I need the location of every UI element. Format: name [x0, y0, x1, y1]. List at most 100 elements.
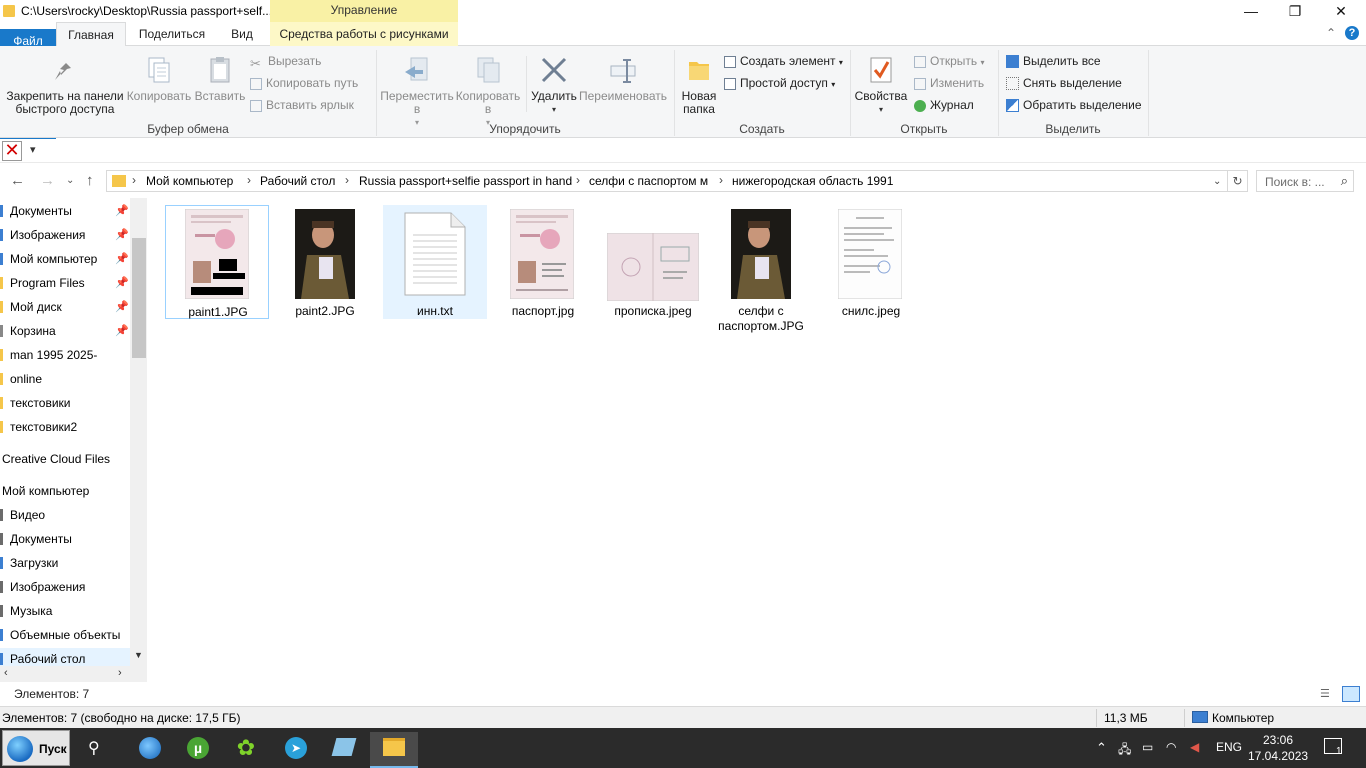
new-item-button[interactable]: Создать элемент ▾: [724, 52, 843, 70]
file-explorer-icon: [383, 738, 405, 756]
help-icon[interactable]: ?: [1345, 26, 1359, 40]
customize-toolbar-dropdown[interactable]: ▾: [30, 143, 36, 156]
details-view-icon[interactable]: ☰: [1320, 687, 1336, 701]
search-icon: ⌕: [1340, 173, 1348, 188]
pin-quick-access-button[interactable]: Закрепить на панели быстрого доступа: [4, 54, 126, 116]
delete-quick-icon[interactable]: ✕: [2, 141, 22, 161]
crumb-separator-icon[interactable]: ›: [576, 173, 580, 187]
passport-thumbnail: [510, 209, 574, 299]
ribbon: Закрепить на панели быстрого доступа Коп…: [0, 46, 1366, 138]
invert-selection-button[interactable]: Обратить выделение: [1006, 96, 1142, 114]
file-item[interactable]: снилс.jpeg: [819, 205, 923, 319]
tab-picture-tools[interactable]: Средства работы с рисунками: [270, 22, 458, 46]
ribbon-collapse-icon[interactable]: ⌃: [1326, 26, 1336, 40]
wifi-icon[interactable]: ◠: [1166, 740, 1176, 754]
breadcrumb-desktop[interactable]: Рабочий стол: [260, 174, 335, 188]
new-folder-button[interactable]: Новая папка: [678, 54, 720, 116]
taskbar-file-explorer[interactable]: [370, 732, 418, 768]
copy-button[interactable]: Копировать: [124, 54, 194, 103]
move-to-icon: [401, 54, 433, 86]
file-item[interactable]: селфи с паспортом.JPG: [709, 205, 813, 333]
copy-path-button[interactable]: Копировать путь: [250, 74, 358, 92]
file-name: инн.txt: [417, 304, 453, 318]
paste-button[interactable]: Вставить: [192, 54, 248, 103]
volume-muted-icon[interactable]: ◀: [1190, 740, 1199, 754]
tab-share[interactable]: Поделиться: [128, 22, 216, 46]
taskbar: Пуск ⚲ µ ✿ ➤ ⌃ 🖧 ▭ ◠ ◀ ENG 23:06 17.04.2…: [0, 728, 1366, 768]
tab-home[interactable]: Главная: [56, 22, 126, 47]
forward-arrow-icon[interactable]: →: [40, 172, 55, 189]
clock[interactable]: 23:06 17.04.2023: [1248, 732, 1308, 764]
cut-button[interactable]: ✂ Вырезать: [250, 52, 321, 71]
group-label-open: Открыть: [900, 122, 948, 136]
folder-icon: [3, 5, 15, 17]
taskbar-utorrent[interactable]: µ: [174, 732, 222, 768]
battery-icon[interactable]: ▭: [1142, 740, 1153, 754]
edit-button[interactable]: Изменить: [914, 74, 984, 92]
delete-button[interactable]: Удалить ▾: [530, 54, 578, 116]
icq-flower-icon: ✿: [236, 735, 256, 760]
search-icon[interactable]: ⚲: [88, 738, 100, 758]
search-box[interactable]: Поиск в: ... ⌕: [1256, 170, 1354, 192]
selfie-thumbnail: [295, 209, 355, 299]
language-indicator[interactable]: ENG: [1216, 740, 1242, 754]
nav-horizontal-scrollbar[interactable]: ‹ ›: [0, 666, 147, 682]
back-arrow-icon[interactable]: ←: [10, 172, 25, 189]
status-divider: [1096, 709, 1097, 727]
start-button[interactable]: Пуск: [2, 730, 70, 766]
file-item[interactable]: паспорт.jpg: [491, 205, 595, 319]
address-dropdown-icon[interactable]: ⌄: [1213, 176, 1221, 187]
select-all-button[interactable]: Выделить все: [1006, 52, 1101, 70]
scroll-down-icon[interactable]: ▼: [134, 650, 143, 660]
copy-to-button[interactable]: Копировать в ▾: [454, 54, 522, 129]
crumb-separator-icon[interactable]: ›: [345, 173, 349, 187]
tab-view[interactable]: Вид: [218, 22, 266, 46]
address-bar[interactable]: › Мой компьютер › Рабочий стол › Russia …: [106, 170, 1228, 192]
windows-orb-icon: [7, 736, 33, 762]
move-to-button[interactable]: Переместить в ▾: [380, 54, 454, 129]
file-item[interactable]: paint2.JPG: [273, 205, 377, 319]
maximize-button[interactable]: ❐: [1272, 0, 1318, 22]
close-button[interactable]: ✕: [1318, 0, 1364, 22]
file-item[interactable]: paint1.JPG: [165, 205, 269, 319]
group-label-create: Создать: [739, 122, 785, 136]
search-placeholder: Поиск в: ...: [1265, 175, 1325, 189]
refresh-icon[interactable]: ↻: [1228, 170, 1248, 192]
pin-icon: 📌: [115, 253, 129, 265]
crumb-separator-icon[interactable]: ›: [247, 173, 251, 187]
recent-dropdown-icon[interactable]: ⌄: [66, 175, 74, 186]
breadcrumb-my-computer[interactable]: Мой компьютер: [146, 174, 233, 188]
history-button[interactable]: Журнал: [914, 96, 974, 114]
crumb-separator-icon[interactable]: ›: [719, 173, 723, 187]
taskbar-notes[interactable]: [320, 732, 368, 768]
easy-access-button[interactable]: Простой доступ ▾: [724, 74, 835, 92]
breadcrumb-current-folder[interactable]: нижегородская область 1991: [732, 174, 893, 188]
tray-expand-icon[interactable]: ⌃: [1096, 740, 1107, 756]
scroll-right-icon[interactable]: ›: [118, 667, 122, 679]
status-divider: [1184, 709, 1185, 727]
open-button[interactable]: Открыть ▾: [914, 52, 985, 70]
file-item[interactable]: инн.txt: [383, 205, 487, 319]
select-none-button[interactable]: Снять выделение: [1006, 74, 1122, 92]
file-item[interactable]: прописка.jpeg: [601, 205, 705, 319]
taskbar-browser[interactable]: [126, 732, 174, 768]
network-icon[interactable]: 🖧: [1118, 740, 1131, 761]
copy-to-icon: [472, 54, 504, 86]
crumb-separator-icon[interactable]: ›: [132, 173, 136, 187]
minimize-button[interactable]: —: [1228, 0, 1274, 22]
group-separator: [998, 50, 999, 136]
notes-icon: [331, 738, 357, 756]
properties-button[interactable]: Свойства ▾: [854, 54, 908, 116]
up-arrow-icon[interactable]: ↑: [86, 172, 94, 189]
paste-shortcut-button[interactable]: Вставить ярлык: [250, 96, 354, 114]
inner-separator: [526, 56, 527, 112]
large-icons-view-icon[interactable]: [1342, 686, 1360, 702]
rename-button[interactable]: Переименовать: [578, 54, 668, 103]
breadcrumb-selfie-folder[interactable]: селфи с паспортом м: [589, 174, 708, 188]
nav-scroll-thumb[interactable]: [132, 238, 146, 358]
delete-label: Удалить: [531, 89, 577, 103]
breadcrumb-russia-passport[interactable]: Russia passport+selfie passport in hand: [359, 174, 572, 188]
taskbar-telegram[interactable]: ➤: [272, 732, 320, 768]
scroll-left-icon[interactable]: ‹: [4, 667, 8, 679]
taskbar-icq[interactable]: ✿: [222, 732, 270, 768]
